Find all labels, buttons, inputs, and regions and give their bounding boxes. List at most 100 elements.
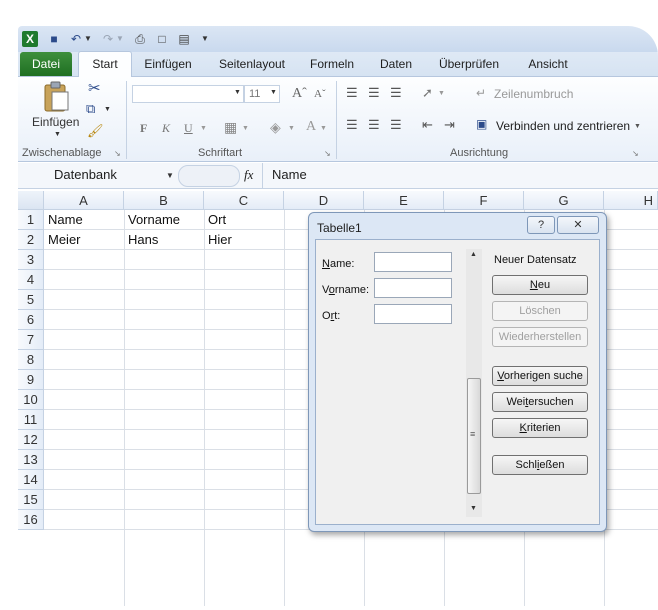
- align-left-icon[interactable]: ☰: [346, 117, 358, 133]
- cell-c1[interactable]: Ort: [205, 210, 226, 230]
- name-box[interactable]: Datenbank: [54, 167, 117, 182]
- column-header-b[interactable]: B: [124, 191, 204, 210]
- alignment-launcher-icon[interactable]: ↘: [632, 149, 639, 158]
- row-header[interactable]: 12: [18, 430, 44, 450]
- font-launcher-icon[interactable]: ↘: [324, 149, 331, 158]
- cell-a1[interactable]: Name: [45, 210, 83, 230]
- shrink-font-icon[interactable]: Aˇ: [314, 88, 326, 100]
- row-header[interactable]: 9: [18, 370, 44, 390]
- underline-button[interactable]: U: [184, 121, 193, 136]
- merge-center-dropdown-icon[interactable]: ▼: [634, 123, 641, 130]
- align-top-icon[interactable]: ☰: [346, 85, 358, 101]
- copy-icon[interactable]: ⧉: [86, 101, 95, 117]
- column-header-f[interactable]: F: [444, 191, 524, 210]
- row-header[interactable]: 5: [18, 290, 44, 310]
- wrap-text-button[interactable]: Zeilenumbruch: [494, 87, 573, 101]
- row-header[interactable]: 2: [18, 230, 44, 250]
- wrap-text-icon[interactable]: ↵: [476, 86, 486, 100]
- cell-b1[interactable]: Vorname: [125, 210, 180, 230]
- align-center-icon[interactable]: ☰: [368, 117, 380, 133]
- row-header[interactable]: 15: [18, 490, 44, 510]
- row-header[interactable]: 11: [18, 410, 44, 430]
- new-record-button[interactable]: Neu: [492, 275, 588, 295]
- row-header[interactable]: 8: [18, 350, 44, 370]
- redo-icon[interactable]: ↷: [100, 31, 116, 47]
- save-icon[interactable]: ■: [46, 31, 62, 47]
- find-previous-button[interactable]: Vorherigen suche: [492, 366, 588, 386]
- criteria-button[interactable]: Kriterien: [492, 418, 588, 438]
- font-color-icon[interactable]: A: [306, 119, 316, 135]
- form-icon[interactable]: ▤: [176, 31, 192, 47]
- restore-button[interactable]: Wiederherstellen: [492, 327, 588, 347]
- bold-button[interactable]: F: [140, 121, 147, 136]
- row-header[interactable]: 3: [18, 250, 44, 270]
- align-bottom-icon[interactable]: ☰: [390, 85, 402, 101]
- tab-start[interactable]: Start: [78, 51, 132, 78]
- tab-view[interactable]: Ansicht: [520, 52, 576, 76]
- row-header[interactable]: 14: [18, 470, 44, 490]
- column-header-e[interactable]: E: [364, 191, 444, 210]
- cell-c2[interactable]: Hier: [205, 230, 232, 250]
- font-size-dropdown-icon[interactable]: ▼: [270, 89, 277, 96]
- help-button[interactable]: ?: [527, 216, 555, 234]
- scroll-up-icon[interactable]: ▲: [470, 251, 477, 258]
- format-painter-icon[interactable]: 🖌: [87, 123, 104, 139]
- column-header-h[interactable]: H: [604, 191, 658, 210]
- row-header[interactable]: 7: [18, 330, 44, 350]
- column-header-g[interactable]: G: [524, 191, 604, 210]
- print-preview-icon[interactable]: ⎙: [132, 31, 148, 47]
- field-input-vorname[interactable]: [374, 278, 452, 298]
- border-icon[interactable]: ▦: [224, 119, 237, 136]
- column-header-a[interactable]: A: [44, 191, 124, 210]
- function-icon[interactable]: fx: [244, 167, 253, 183]
- clipboard-launcher-icon[interactable]: ↘: [114, 149, 121, 158]
- find-next-button[interactable]: Weitersuchen: [492, 392, 588, 412]
- font-name-combo[interactable]: [132, 85, 244, 103]
- decrease-indent-icon[interactable]: ⇤: [422, 117, 433, 133]
- tab-formulas[interactable]: Formeln: [306, 52, 358, 76]
- cut-icon[interactable]: ✂: [88, 79, 101, 97]
- border-dropdown-icon[interactable]: ▼: [242, 125, 249, 132]
- font-name-dropdown-icon[interactable]: ▼: [234, 89, 241, 96]
- row-header[interactable]: 16: [18, 510, 44, 530]
- align-right-icon[interactable]: ☰: [390, 117, 402, 133]
- scroll-down-icon[interactable]: ▼: [470, 505, 477, 512]
- increase-indent-icon[interactable]: ⇥: [444, 117, 455, 133]
- row-header[interactable]: 1: [18, 210, 44, 230]
- delete-record-button[interactable]: Löschen: [492, 301, 588, 321]
- font-color-dropdown-icon[interactable]: ▼: [320, 125, 327, 132]
- close-button[interactable]: ✕: [557, 216, 599, 234]
- row-header[interactable]: 13: [18, 450, 44, 470]
- underline-dropdown-icon[interactable]: ▼: [200, 125, 207, 132]
- italic-button[interactable]: K: [162, 121, 170, 136]
- merge-center-button[interactable]: Verbinden und zentrieren: [496, 119, 630, 133]
- field-input-name[interactable]: [374, 252, 452, 272]
- column-header-c[interactable]: C: [204, 191, 284, 210]
- undo-icon[interactable]: ↶: [68, 31, 84, 47]
- excel-logo-icon[interactable]: X: [22, 31, 38, 47]
- row-header[interactable]: 6: [18, 310, 44, 330]
- fill-color-icon[interactable]: ◈: [270, 119, 281, 136]
- grow-font-icon[interactable]: Aˆ: [292, 86, 307, 102]
- close-dialog-button[interactable]: Schließen: [492, 455, 588, 475]
- cell-b2[interactable]: Hans: [125, 230, 158, 250]
- record-scrollbar[interactable]: ▲ ≡ ▼: [466, 249, 482, 517]
- column-header-d[interactable]: D: [284, 191, 364, 210]
- scrollbar-thumb[interactable]: ≡: [467, 378, 481, 494]
- tab-insert[interactable]: Einfügen: [138, 52, 198, 76]
- row-header[interactable]: 4: [18, 270, 44, 290]
- field-input-ort[interactable]: [374, 304, 452, 324]
- customize-toolbar-icon[interactable]: ▼: [200, 31, 210, 47]
- paste-icon[interactable]: [42, 81, 70, 113]
- tab-data[interactable]: Daten: [374, 52, 418, 76]
- copy-dropdown-icon[interactable]: ▼: [104, 106, 111, 113]
- fill-color-dropdown-icon[interactable]: ▼: [288, 125, 295, 132]
- tab-file[interactable]: Datei: [20, 52, 72, 76]
- new-document-icon[interactable]: □: [154, 31, 170, 47]
- orientation-icon[interactable]: ➚: [422, 85, 433, 101]
- undo-dropdown-icon[interactable]: ▼: [84, 31, 92, 47]
- row-header[interactable]: 10: [18, 390, 44, 410]
- select-all-corner[interactable]: [18, 191, 44, 210]
- paste-dropdown-icon[interactable]: ▼: [54, 131, 61, 138]
- name-box-dropdown-icon[interactable]: ▼: [166, 171, 174, 180]
